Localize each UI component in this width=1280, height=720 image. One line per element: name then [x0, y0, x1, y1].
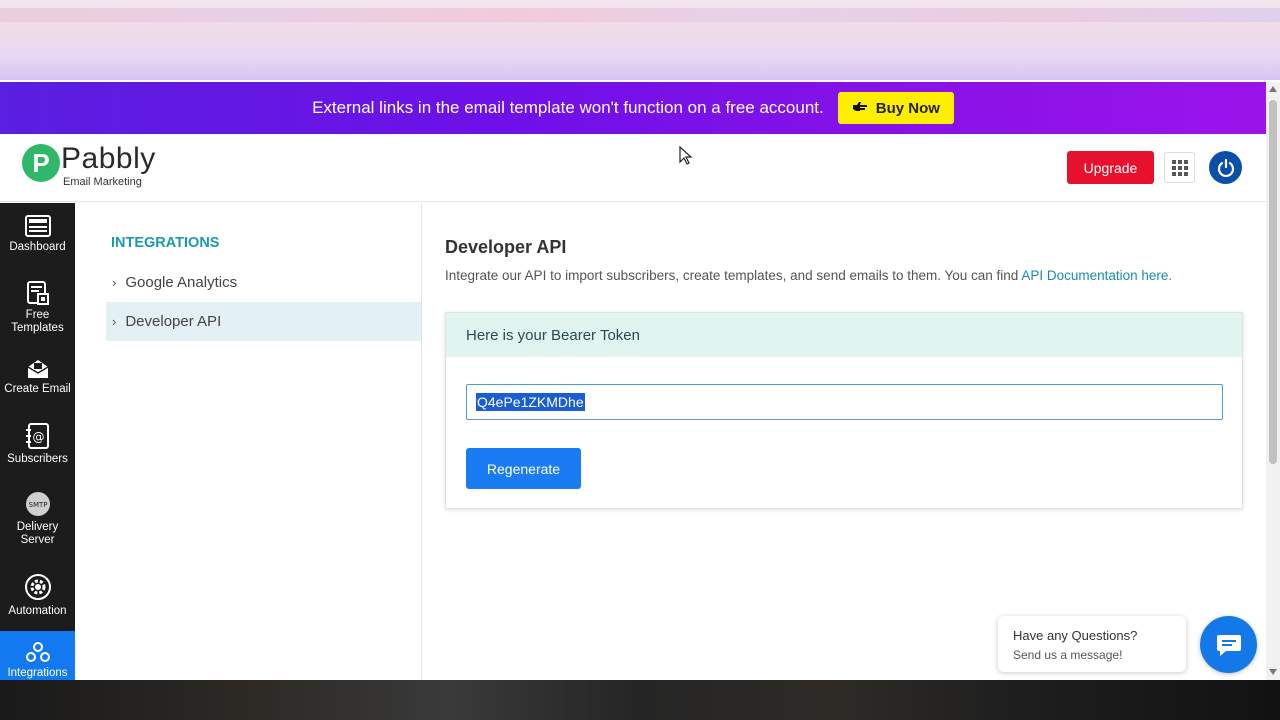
sidebar-item-create-email[interactable]: Create Email [0, 359, 75, 403]
chat-icon [1216, 634, 1241, 656]
sidebar-item-integrations[interactable]: Integrations [0, 631, 75, 680]
sidebar-item-subscribers[interactable]: @ Subscribers [0, 423, 75, 471]
subnav-item-label: Developer API [125, 313, 222, 330]
sidebar-item-label: Automation [8, 605, 67, 617]
smtp-icon: SMTP [25, 492, 50, 516]
sidebar-item-label: Subscribers [7, 453, 68, 465]
promo-banner: External links in the email template won… [0, 82, 1266, 134]
bearer-token-card: Here is your Bearer Token Q4ePe1ZKMDhe R… [445, 312, 1243, 509]
svg-text:SMTP: SMTP [28, 501, 47, 509]
pointing-hand-icon [852, 100, 868, 117]
logo-name: Pabbly [61, 142, 156, 175]
buy-now-label: Buy Now [875, 99, 940, 117]
integrations-icon [25, 642, 50, 662]
chevron-right-icon: › [112, 275, 117, 290]
apps-grid-button[interactable] [1164, 152, 1195, 183]
gear-icon [24, 574, 51, 600]
description-text: Integrate our API to import subscribers,… [445, 268, 1022, 283]
top-header: P Pabbly Email Marketing Upgrade [0, 134, 1266, 202]
promo-text: External links in the email template won… [312, 98, 824, 117]
page-description: Integrate our API to import subscribers,… [445, 268, 1172, 283]
page-title: Developer API [445, 237, 567, 257]
address-book-icon: @ [25, 423, 49, 449]
api-documentation-link[interactable]: API Documentation here. [1021, 268, 1172, 283]
bearer-token-field[interactable]: Q4ePe1ZKMDhe [466, 384, 1223, 420]
sidebar-item-delivery-server[interactable]: SMTP Delivery Server [0, 491, 75, 551]
chevron-right-icon: › [112, 314, 117, 329]
app-window: External links in the email template won… [0, 82, 1266, 680]
mouse-cursor-icon [679, 146, 693, 165]
logo-mark: P [22, 144, 60, 182]
video-top-blur [0, 0, 1280, 80]
upgrade-button[interactable]: Upgrade [1067, 151, 1154, 184]
subnav-title: INTEGRATIONS [111, 235, 220, 251]
subnav-item-developer-api[interactable]: › Developer API [106, 302, 421, 341]
sidebar-item-label: Create Email [4, 383, 71, 395]
grid-icon [1171, 159, 1188, 176]
power-icon [1217, 158, 1234, 177]
regenerate-button[interactable]: Regenerate [466, 448, 581, 489]
logo-subtitle: Email Marketing [63, 176, 142, 188]
sidebar-item-free-templates[interactable]: Free Templates [0, 281, 75, 341]
sidebar-item-label: Delivery Server [16, 521, 59, 546]
sidebar-item-automation[interactable]: Automation [0, 573, 75, 621]
envelope-icon [27, 360, 48, 378]
sidebar-item-label: Dashboard [9, 241, 66, 253]
chat-prompt-bubble[interactable]: Have any Questions? Send us a message! [998, 616, 1186, 672]
scroll-thumb[interactable] [1269, 100, 1277, 464]
card-title: Here is your Bearer Token [446, 313, 1242, 357]
account-power-button[interactable] [1209, 151, 1242, 184]
scroll-down-icon[interactable] [1269, 669, 1277, 675]
pabbly-logo[interactable]: P Pabbly Email Marketing [22, 144, 156, 188]
scroll-up-icon[interactable] [1269, 86, 1277, 92]
integrations-subnav: INTEGRATIONS › Google Analytics › Develo… [75, 203, 422, 680]
dashboard-icon [24, 215, 51, 237]
subnav-item-label: Google Analytics [125, 274, 238, 291]
video-bottom-blur [0, 680, 1280, 720]
chat-question: Have any Questions? [1013, 628, 1138, 643]
sidebar-item-dashboard[interactable]: Dashboard [0, 215, 75, 273]
subnav-item-google-analytics[interactable]: › Google Analytics [106, 263, 421, 302]
buy-now-button[interactable]: Buy Now [837, 92, 954, 124]
svg-text:@: @ [32, 430, 44, 444]
page-scrollbar[interactable] [1266, 82, 1280, 680]
sidebar-item-label: Free Templates [11, 309, 64, 334]
token-value: Q4ePe1ZKMDhe [476, 393, 585, 411]
chat-launcher-button[interactable] [1200, 616, 1257, 673]
sidebar-item-label: Integrations [7, 667, 68, 679]
sidebar-nav: Dashboard Free Templates Create Email @ … [0, 203, 75, 680]
templates-icon [26, 281, 49, 305]
chat-subtext: Send us a message! [1013, 648, 1123, 662]
